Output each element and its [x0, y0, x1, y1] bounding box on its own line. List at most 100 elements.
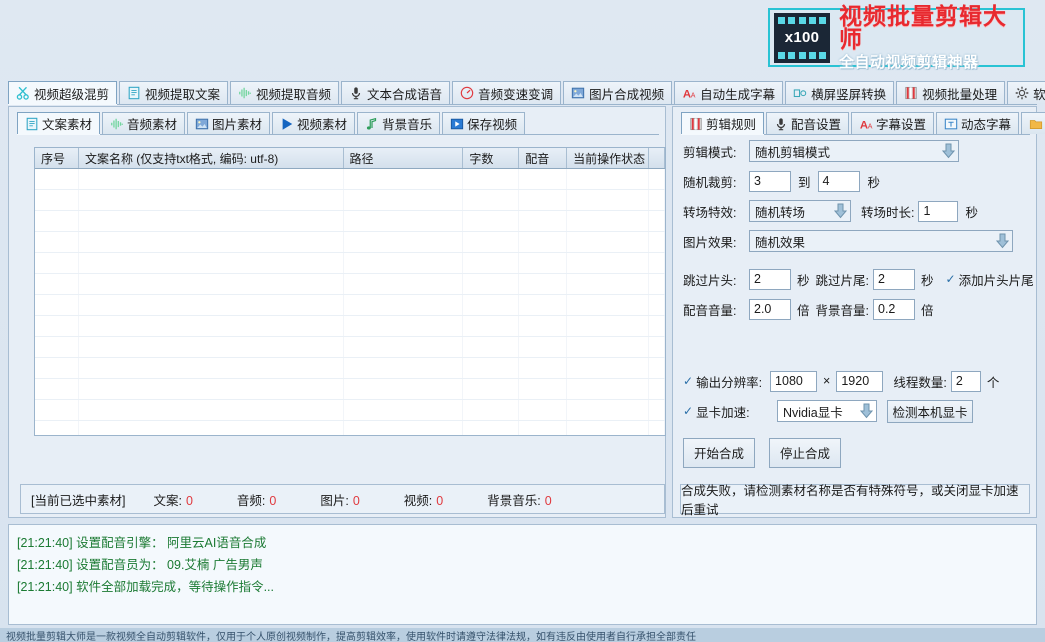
random-cut-to-input[interactable]: 4 [818, 171, 860, 192]
table-row[interactable] [35, 169, 665, 190]
microphone-icon [349, 86, 363, 100]
table-row[interactable] [35, 190, 665, 211]
edit-mode-label: 剪辑模式: [683, 142, 749, 161]
script-material-table[interactable]: 序号文案名称 (仅支持txt格式, 编码: utf-8)路径字数配音当前操作状态 [34, 147, 666, 436]
table-cell [567, 274, 649, 294]
add-head-tail-checkbox[interactable]: ✓ 添加片头片尾 [946, 270, 1034, 289]
table-row[interactable] [35, 232, 665, 253]
table-cell [463, 211, 519, 231]
letter-a-icon: AA [682, 86, 696, 100]
threads-label: 线程数量: [893, 372, 946, 391]
resolution-checkbox[interactable]: ✓ 输出分辨率: [683, 372, 762, 391]
main-tab-3[interactable]: 视频提取音频 [230, 81, 339, 104]
log-line: [21:21:40] 设置配音引擎： 阿里云AI语音合成 [17, 532, 1028, 554]
table-column-header[interactable]: 文案名称 (仅支持txt格式, 编码: utf-8) [79, 148, 344, 168]
random-cut-from-input[interactable]: 3 [749, 171, 791, 192]
logo-subtitle: 全自动视频剪辑神器 [839, 55, 1017, 70]
stop-compose-button[interactable]: 停止合成 [769, 438, 841, 468]
transition-duration-input[interactable]: 1 [918, 201, 958, 222]
main-tab-5[interactable]: 音频变速变调 [452, 81, 561, 104]
random-cut-unit: 秒 [868, 172, 881, 191]
table-cell [463, 274, 519, 294]
material-subtab-1[interactable]: 文案素材 [17, 112, 100, 134]
application-window: x100 视频批量剪辑大师 全自动视频剪辑神器 视频超级混剪视频提取文案视频提取… [0, 0, 1045, 642]
table-cell [463, 169, 519, 189]
main-tab-10[interactable]: 软件参数设置 [1007, 81, 1045, 104]
settings-subtab-2[interactable]: 配音设置 [766, 112, 849, 134]
threads-input[interactable]: 2 [951, 371, 981, 392]
table-row[interactable] [35, 274, 665, 295]
table-row[interactable] [35, 421, 665, 436]
material-subtab-4[interactable]: 视频素材 [272, 112, 355, 134]
subtab-label: 文案素材 [42, 114, 92, 133]
gpu-accel-label: 显卡加速: [696, 402, 749, 421]
settings-subtab-bar[interactable]: 剪辑规则配音设置AA字幕设置动态字幕素材目录 [681, 113, 1030, 135]
table-body[interactable] [35, 169, 665, 436]
resolution-width-input[interactable]: 1080 [770, 371, 817, 392]
settings-subtab-1[interactable]: 剪辑规则 [681, 112, 764, 134]
material-subtab-6[interactable]: 保存视频 [442, 112, 525, 134]
edit-mode-select[interactable]: 随机剪辑模式 [749, 140, 959, 162]
table-cell [79, 211, 344, 231]
table-column-header[interactable]: 配音 [519, 148, 567, 168]
table-cell [519, 400, 567, 420]
main-tab-label: 软件参数设置 [1033, 84, 1045, 103]
table-cell [344, 379, 464, 399]
table-row[interactable] [35, 295, 665, 316]
table-cell [649, 211, 665, 231]
table-cell [649, 295, 665, 315]
main-tab-8[interactable]: 横屏竖屏转换 [785, 81, 894, 104]
transition-select[interactable]: 随机转场 [749, 200, 851, 222]
table-row[interactable] [35, 400, 665, 421]
gpu-accel-checkbox[interactable]: ✓ 显卡加速: [683, 402, 765, 421]
table-row[interactable] [35, 211, 665, 232]
start-compose-button[interactable]: 开始合成 [683, 438, 755, 468]
table-row[interactable] [35, 337, 665, 358]
table-cell [519, 253, 567, 273]
log-output[interactable]: [21:21:40] 设置配音引擎： 阿里云AI语音合成[21:21:40] 设… [8, 524, 1037, 625]
table-column-header[interactable]: 路径 [344, 148, 464, 168]
resolution-height-input[interactable]: 1920 [836, 371, 883, 392]
main-tab-6[interactable]: 图片合成视频 [563, 81, 672, 104]
gpu-select[interactable]: Nvidia显卡 [777, 400, 877, 422]
table-cell [344, 253, 464, 273]
image-effect-select[interactable]: 随机效果 [749, 230, 1013, 252]
material-subtab-5[interactable]: 背景音乐 [357, 112, 440, 134]
table-cell [35, 421, 79, 436]
settings-subtab-4[interactable]: 动态字幕 [936, 112, 1019, 134]
table-cell [519, 274, 567, 294]
table-cell [344, 337, 464, 357]
main-tab-7[interactable]: AA 自动生成字幕 [674, 81, 783, 104]
table-row[interactable] [35, 253, 665, 274]
svg-text:A: A [860, 119, 868, 131]
voice-volume-input[interactable]: 2.0 [749, 299, 791, 320]
edit-mode-value: 随机剪辑模式 [755, 142, 830, 161]
table-column-header[interactable]: 序号 [35, 148, 79, 168]
table-column-header[interactable]: 字数 [463, 148, 519, 168]
table-column-header[interactable] [649, 148, 665, 168]
table-row[interactable] [35, 358, 665, 379]
subtab-label: 配音设置 [791, 114, 841, 133]
detect-gpu-button[interactable]: 检测本机显卡 [887, 400, 973, 423]
table-row[interactable] [35, 379, 665, 400]
material-subtab-3[interactable]: 图片素材 [187, 112, 270, 134]
main-tab-4[interactable]: 文本合成语音 [341, 81, 450, 104]
material-subtab-2[interactable]: 音频素材 [102, 112, 185, 134]
table-cell [79, 421, 344, 436]
bgm-volume-input[interactable]: 0.2 [873, 299, 915, 320]
main-tab-2[interactable]: 视频提取文案 [119, 81, 228, 104]
main-tab-bar[interactable]: 视频超级混剪视频提取文案视频提取音频文本合成语音音频变速变调图片合成视频 AA 自动… [8, 82, 1037, 105]
table-cell [79, 379, 344, 399]
skip-tail-input[interactable]: 2 [873, 269, 915, 290]
main-tab-9[interactable]: 视频批量处理 [896, 81, 1005, 104]
settings-subtab-3[interactable]: AA字幕设置 [851, 112, 934, 134]
main-tab-label: 自动生成字幕 [700, 84, 775, 103]
material-subtab-bar[interactable]: 文案素材音频素材图片素材视频素材背景音乐保存视频 [17, 113, 659, 135]
status-prefix: [当前已选中素材] [31, 490, 125, 509]
table-column-header[interactable]: 当前操作状态 [567, 148, 649, 168]
settings-subtab-5[interactable]: 素材目录 [1021, 112, 1045, 134]
status-count-key: 文案: [153, 490, 181, 509]
table-row[interactable] [35, 316, 665, 337]
skip-head-input[interactable]: 2 [749, 269, 791, 290]
main-tab-1[interactable]: 视频超级混剪 [8, 81, 117, 104]
